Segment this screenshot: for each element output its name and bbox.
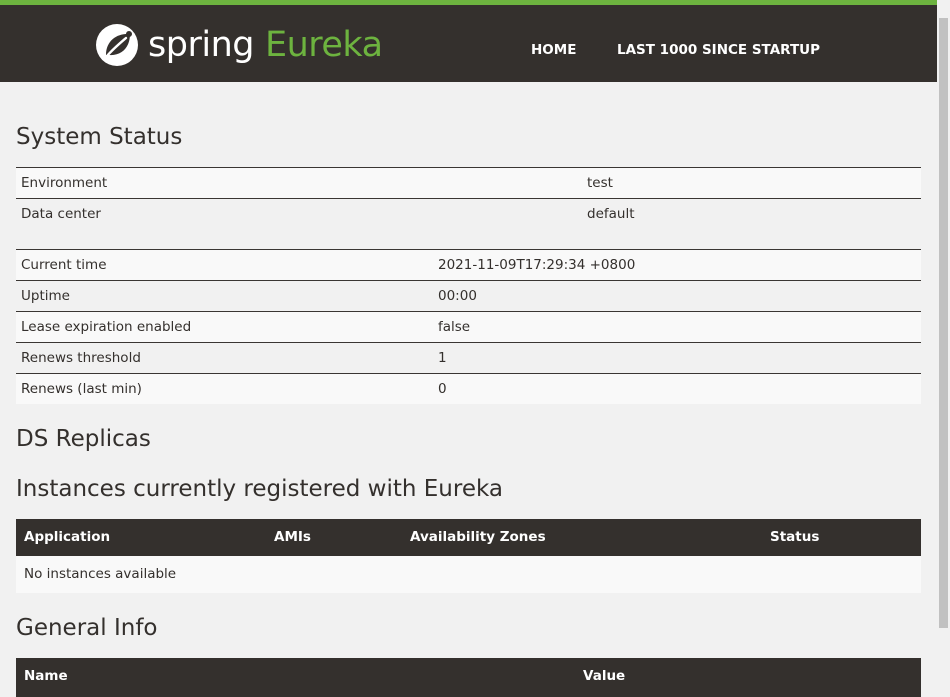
row-label: Environment bbox=[21, 175, 108, 191]
general-info-heading: General Info bbox=[16, 615, 158, 641]
table-row: Lease expiration enabled false bbox=[16, 311, 921, 342]
row-value: 2021-11-09T17:29:34 +0800 bbox=[438, 257, 636, 273]
row-value: 00:00 bbox=[438, 288, 477, 304]
column-header-name: Name bbox=[24, 668, 68, 684]
general-info-table-header: Name Value bbox=[16, 658, 921, 697]
table-row: Current time 2021-11-09T17:29:34 +0800 bbox=[16, 249, 921, 280]
table-row: Uptime 00:00 bbox=[16, 280, 921, 311]
logo-eureka-text: Eureka bbox=[264, 24, 383, 65]
no-instances-message: No instances available bbox=[24, 566, 177, 582]
scrollbar-thumb[interactable] bbox=[939, 18, 948, 628]
table-row: Renews (last min) 0 bbox=[16, 373, 921, 404]
row-label: Renews (last min) bbox=[21, 381, 142, 397]
column-header-amis: AMIs bbox=[274, 529, 311, 545]
column-header-value: Value bbox=[583, 668, 626, 684]
row-value: 0 bbox=[438, 381, 447, 397]
row-label: Renews threshold bbox=[21, 350, 141, 366]
table-row: Environment test bbox=[16, 167, 921, 198]
nav-home-link[interactable]: HOME bbox=[531, 42, 576, 58]
status-table: Current time 2021-11-09T17:29:34 +0800 U… bbox=[16, 249, 921, 404]
environment-table: Environment test Data center default bbox=[16, 167, 921, 229]
row-label: Data center bbox=[21, 206, 101, 222]
row-label: Current time bbox=[21, 257, 107, 273]
column-header-application: Application bbox=[24, 529, 111, 545]
row-value: default bbox=[587, 206, 635, 222]
row-label: Lease expiration enabled bbox=[21, 319, 192, 335]
column-header-status: Status bbox=[770, 529, 820, 545]
top-navbar: spring Eureka HOME LAST 1000 SINCE START… bbox=[0, 0, 937, 82]
spring-leaf-icon bbox=[96, 24, 138, 66]
table-row: Data center default bbox=[16, 198, 921, 229]
nav-last-1000-link[interactable]: LAST 1000 SINCE STARTUP bbox=[617, 42, 820, 58]
spring-eureka-logo[interactable]: spring Eureka bbox=[94, 22, 383, 68]
logo-spring-text: spring bbox=[148, 24, 254, 65]
system-status-heading: System Status bbox=[16, 124, 183, 150]
row-value: 1 bbox=[438, 350, 447, 366]
vertical-scrollbar[interactable] bbox=[937, 0, 950, 697]
row-value: test bbox=[587, 175, 613, 191]
row-value: false bbox=[438, 319, 471, 335]
ds-replicas-heading: DS Replicas bbox=[16, 426, 151, 452]
instances-table-header: Application AMIs Availability Zones Stat… bbox=[16, 519, 921, 556]
table-row: Renews threshold 1 bbox=[16, 342, 921, 373]
instances-heading: Instances currently registered with Eure… bbox=[16, 476, 503, 502]
no-instances-row: No instances available bbox=[16, 556, 921, 593]
row-label: Uptime bbox=[21, 288, 70, 304]
column-header-availability-zones: Availability Zones bbox=[410, 529, 546, 545]
